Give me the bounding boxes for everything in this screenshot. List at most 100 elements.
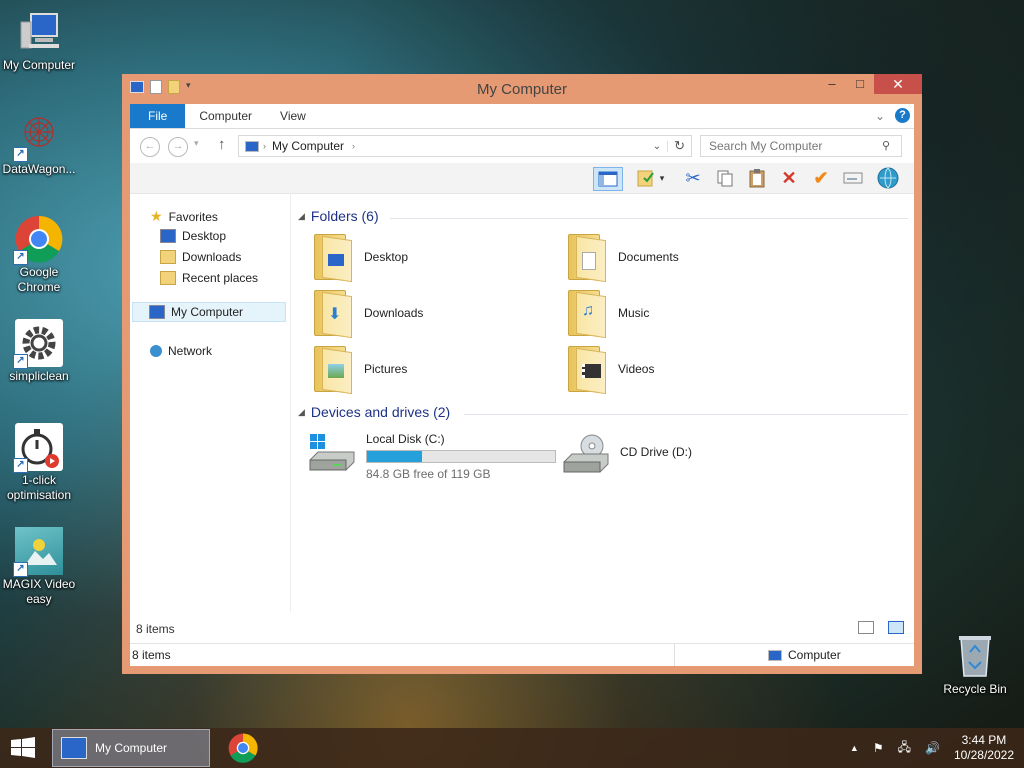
folder-label: Downloads [364, 306, 424, 320]
preview-pane-button[interactable] [593, 167, 623, 191]
tab-computer[interactable]: Computer [185, 104, 266, 128]
music-folder-icon: ♫ [564, 290, 608, 339]
refresh-icon[interactable]: ↻ [668, 138, 691, 154]
drive-usage-bar [366, 450, 556, 463]
recent-locations-icon[interactable]: ▾ [194, 138, 199, 149]
collapse-icon[interactable]: ◢ [298, 211, 305, 222]
folder-label: Pictures [364, 362, 408, 376]
ribbon-right: ⌄ ? [875, 108, 910, 123]
nav-item-recent-places[interactable]: Recent places [160, 271, 258, 285]
status-divider [674, 644, 675, 666]
item-count: 8 items [136, 622, 175, 636]
chevron-down-icon[interactable]: ▾ [656, 167, 668, 189]
search-icon[interactable]: ⚲ [882, 139, 890, 152]
network-status-icon[interactable]: 🖧 [898, 738, 911, 759]
search-input[interactable]: Search My Computer [700, 135, 902, 157]
desktop-icon-label: 1-click optimisation [6, 473, 72, 502]
nav-label: My Computer [171, 305, 244, 319]
folder-pictures[interactable]: Pictures [310, 346, 408, 395]
desktop-icon-label: My Computer [2, 58, 76, 72]
nav-label: Favorites [168, 209, 218, 224]
desktop-icon-my-computer[interactable]: My Computer [0, 8, 78, 73]
forward-button[interactable]: → [168, 137, 188, 157]
nav-label: Desktop [182, 229, 227, 243]
stopwatch-icon: ↗ [13, 423, 63, 473]
desktop-icon-label: DataWagon... [2, 162, 76, 176]
taskbar-item-chrome[interactable] [226, 729, 260, 767]
group-divider [464, 414, 908, 415]
folder-downloads[interactable]: ⬇ Downloads [310, 290, 424, 339]
rename-check-icon[interactable]: ✔ [809, 167, 833, 189]
folder-label: Documents [618, 250, 679, 264]
shortcut-arrow-icon: ↗ [13, 250, 28, 265]
drive-c[interactable]: Local Disk (C:) 84.8 GB free of 119 GB [308, 432, 556, 481]
clock-date: 10/28/2022 [953, 748, 1014, 762]
shortcut-arrow-icon: ↗ [13, 458, 28, 473]
hard-drive-icon [308, 432, 356, 472]
maximize-button[interactable]: □ [846, 74, 874, 94]
properties-button[interactable] [634, 167, 658, 189]
expand-ribbon-icon[interactable]: ⌄ [875, 109, 885, 123]
volume-icon[interactable]: 🔊 [925, 741, 940, 755]
drive-name: CD Drive (D:) [620, 445, 692, 459]
group-title: Devices and drives (2) [310, 404, 451, 420]
nav-label: Recent places [182, 271, 259, 285]
folder-label: Videos [618, 362, 655, 376]
tab-file[interactable]: File [130, 104, 186, 128]
delete-icon[interactable]: ✕ [777, 167, 801, 189]
nav-item-downloads[interactable]: Downloads [160, 250, 241, 264]
desktop-icon-label: MAGIX Video easy [2, 577, 76, 606]
group-divider [390, 218, 908, 219]
collapse-icon[interactable]: ◢ [298, 407, 305, 418]
desktop-icon-simpliclean[interactable]: ↗ simpliclean [0, 319, 78, 384]
window-controls: – □ ✕ [818, 74, 922, 94]
breadcrumb-item[interactable]: My Computer [272, 139, 344, 153]
nav-item-desktop[interactable]: Desktop [160, 229, 226, 243]
paste-icon[interactable] [745, 167, 769, 189]
action-center-flag-icon[interactable]: ⚑ [873, 741, 884, 755]
desktop-icon [160, 229, 176, 243]
tab-view[interactable]: View [266, 104, 320, 128]
minimize-button[interactable]: – [818, 74, 846, 94]
map-drive-icon[interactable] [841, 167, 865, 189]
group-header-folders[interactable]: ◢ Folders (6) [298, 208, 379, 224]
computer-icon [768, 649, 782, 661]
desktop-icon-1-click-optimisation[interactable]: ↗ 1-click optimisation [0, 423, 78, 503]
nav-item-network[interactable]: Network [150, 344, 212, 358]
clock-time: 3:44 PM [961, 733, 1007, 747]
group-header-devices[interactable]: ◢ Devices and drives (2) [298, 404, 450, 420]
title-bar[interactable]: ▾ My Computer – □ ✕ [122, 74, 922, 104]
help-icon[interactable]: ? [895, 108, 910, 123]
recycle-bin-icon [951, 632, 999, 680]
folder-music[interactable]: ♫ Music [564, 290, 649, 339]
cut-icon[interactable]: ✂ [681, 167, 705, 189]
folder-documents[interactable]: Documents [564, 234, 679, 283]
large-icons-view-icon[interactable] [888, 621, 904, 634]
drive-d[interactable]: CD Drive (D:) [562, 432, 692, 473]
status-item-count: 8 items [132, 648, 171, 662]
folder-videos[interactable]: Videos [564, 346, 655, 395]
recent-places-icon [160, 271, 176, 285]
desktop-icon-recycle-bin[interactable]: Recycle Bin [936, 632, 1014, 697]
clock[interactable]: 3:44 PM 10/28/2022 [954, 733, 1014, 763]
desktop-icon-magix-video-easy[interactable]: ↗ MAGIX Video easy [0, 527, 78, 607]
desktop-icon-google-chrome[interactable]: ↗ Google Chrome [0, 215, 78, 295]
desktop-icon-datawagon[interactable]: ↗ DataWagon... [0, 112, 78, 177]
breadcrumb-separator-icon[interactable]: › [352, 141, 355, 151]
taskbar-item-my-computer[interactable]: My Computer [52, 729, 210, 767]
nav-favorites[interactable]: ★ Favorites [150, 208, 218, 225]
up-arrow-icon[interactable]: ↑ [218, 136, 226, 153]
folder-desktop[interactable]: Desktop [310, 234, 408, 283]
show-hidden-icons-icon[interactable]: ▲ [850, 743, 859, 753]
close-button[interactable]: ✕ [874, 74, 922, 94]
nav-item-my-computer[interactable]: My Computer [132, 302, 286, 322]
start-button[interactable] [10, 737, 36, 759]
details-view-icon[interactable] [858, 621, 874, 634]
back-button[interactable]: ← [140, 137, 160, 157]
address-bar[interactable]: › My Computer › ⌄ ↻ [238, 135, 692, 157]
globe-icon[interactable] [876, 167, 900, 189]
nav-label: Downloads [182, 250, 242, 264]
address-dropdown-icon[interactable]: ⌄ [653, 140, 669, 152]
breadcrumb-separator-icon[interactable]: › [263, 141, 266, 151]
copy-icon[interactable] [713, 167, 737, 189]
